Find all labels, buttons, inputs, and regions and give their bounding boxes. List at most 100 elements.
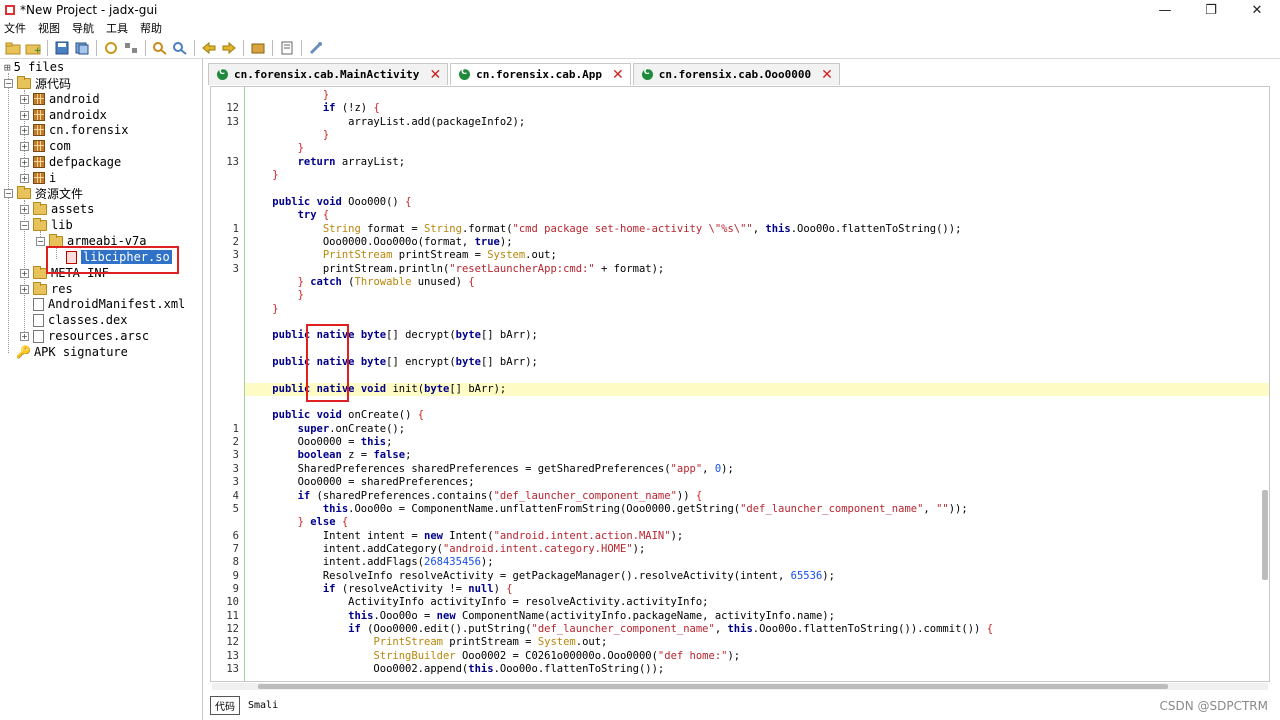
code-line[interactable]: 8 intent.addFlags(268435456); — [211, 556, 1269, 569]
code-line[interactable]: 10 ActivityInfo activityInfo = resolveAc… — [211, 596, 1269, 609]
expand-icon[interactable]: + — [20, 284, 29, 294]
code-line[interactable]: 12 PrintStream printStream = System.out; — [211, 636, 1269, 649]
code-line[interactable]: } — [211, 289, 1269, 302]
preferences-button[interactable] — [306, 38, 325, 57]
code-line[interactable]: 13 return arrayList; — [211, 156, 1269, 169]
code-line[interactable]: 12 if (Ooo0000.edit().putString("def_lau… — [211, 623, 1269, 636]
code-line[interactable]: public void Ooo000() { — [211, 196, 1269, 209]
code-line[interactable]: } — [211, 89, 1269, 102]
code-line[interactable]: 3 SharedPreferences sharedPreferences = … — [211, 463, 1269, 476]
tree-package-android[interactable]: + android — [20, 91, 100, 107]
close-tab-icon[interactable]: ✕ — [821, 67, 833, 83]
tree-package-cn-forensix[interactable]: + cn.forensix — [20, 122, 128, 138]
menu-tools[interactable]: 工具 — [106, 20, 128, 36]
minimize-button[interactable]: — — [1142, 0, 1188, 20]
code-line[interactable]: 4 if (sharedPreferences.contains("def_la… — [211, 490, 1269, 503]
code-line[interactable]: } — [211, 129, 1269, 142]
tab-main-activity[interactable]: cn.forensix.cab.MainActivity ✕ — [208, 63, 449, 85]
code-line[interactable]: } else { — [211, 516, 1269, 529]
code-line[interactable]: 9 if (resolveActivity != null) { — [211, 583, 1269, 596]
expand-icon[interactable]: + — [20, 268, 29, 278]
expand-icon[interactable]: + — [20, 173, 29, 183]
tree-manifest[interactable]: AndroidManifest.xml — [33, 296, 185, 312]
tree-assets[interactable]: + assets — [20, 201, 94, 217]
maximize-button[interactable]: ❐ — [1188, 0, 1234, 20]
code-line[interactable]: 3 PrintStream printStream = System.out; — [211, 249, 1269, 262]
code-line[interactable]: } catch (Throwable unused) { — [211, 276, 1269, 289]
tab-app[interactable]: cn.forensix.cab.App ✕ — [450, 63, 631, 85]
code-line[interactable]: public native void init(byte[] bArr); — [245, 382, 1269, 396]
expand-icon[interactable]: + — [20, 125, 29, 135]
code-line[interactable]: public void onCreate() { — [211, 409, 1269, 422]
expand-icon[interactable]: + — [20, 110, 29, 120]
expand-icon[interactable]: + — [20, 157, 29, 167]
code-line[interactable]: 5 this.Ooo00o = ComponentName.unflattenF… — [211, 503, 1269, 516]
code-line[interactable]: 13 StringBuilder Ooo0002 = C0261o00000o.… — [211, 650, 1269, 663]
code-line[interactable]: 6 Intent intent = new Intent("android.in… — [211, 530, 1269, 543]
tree-package-defpackage[interactable]: + defpackage — [20, 154, 121, 170]
code-line[interactable]: 3 boolean z = false; — [211, 449, 1269, 462]
tree-res[interactable]: + res — [20, 281, 73, 297]
expand-icon[interactable]: + — [20, 94, 29, 104]
text-search-button[interactable] — [150, 38, 169, 57]
code-line[interactable]: public native byte[] decrypt(byte[] bArr… — [211, 329, 1269, 342]
collapse-icon[interactable]: − — [20, 220, 29, 230]
sync-button[interactable] — [101, 38, 120, 57]
code-line[interactable]: 13 arrayList.add(packageInfo2); — [211, 116, 1269, 129]
log-viewer-button[interactable] — [277, 38, 296, 57]
tree-lib[interactable]: − lib — [20, 217, 73, 233]
code-line[interactable]: 13 Ooo0002.append(this.Ooo00o.flattenToS… — [211, 663, 1269, 676]
expand-icon[interactable]: + — [20, 331, 29, 341]
close-tab-icon[interactable]: ✕ — [612, 67, 624, 83]
export-button[interactable] — [72, 38, 91, 57]
menu-view[interactable]: 视图 — [38, 20, 60, 36]
collapse-icon[interactable]: − — [4, 188, 13, 198]
close-button[interactable]: ✕ — [1234, 0, 1280, 20]
code-line[interactable]: } — [211, 303, 1269, 316]
menu-file[interactable]: 文件 — [4, 20, 26, 36]
tree-classes-dex[interactable]: classes.dex — [33, 312, 127, 328]
vertical-scrollbar[interactable] — [1262, 490, 1268, 580]
code-line[interactable]: 1 String format = String.format("cmd pac… — [211, 223, 1269, 236]
class-search-button[interactable] — [170, 38, 189, 57]
tree-apk-signature[interactable]: 🔑 APK signature — [16, 344, 128, 360]
code-line[interactable]: } — [211, 169, 1269, 182]
collapse-icon[interactable]: − — [36, 236, 45, 246]
tree-package-androidx[interactable]: + androidx — [20, 107, 107, 123]
code-line[interactable]: 9 ResolveInfo resolveActivity = getPacka… — [211, 570, 1269, 583]
tree-root[interactable]: ⊞ 5 files — [4, 59, 64, 75]
tree-source-code[interactable]: − 源代码 — [4, 75, 71, 91]
expand-icon[interactable]: + — [20, 141, 29, 151]
tab-ooo0000[interactable]: cn.forensix.cab.Ooo0000 ✕ — [632, 63, 840, 85]
tree-resources[interactable]: − 资源文件 — [4, 185, 83, 201]
code-line[interactable]: 3 Ooo0000 = sharedPreferences; — [211, 476, 1269, 489]
code-line[interactable] — [211, 316, 1269, 329]
code-line[interactable] — [211, 369, 1269, 382]
code-line[interactable]: 11 this.Ooo00o = new ComponentName(activ… — [211, 610, 1269, 623]
tree-package-com[interactable]: + com — [20, 138, 71, 154]
forward-button[interactable] — [219, 38, 238, 57]
horizontal-scrollbar[interactable] — [258, 684, 1168, 689]
menu-help[interactable]: 帮助 — [140, 20, 162, 36]
back-button[interactable] — [199, 38, 218, 57]
save-all-button[interactable] — [52, 38, 71, 57]
code-line[interactable]: 3 printStream.println("resetLauncherApp:… — [211, 263, 1269, 276]
code-line[interactable]: 12 if (!z) { — [211, 102, 1269, 115]
code-line[interactable] — [211, 396, 1269, 409]
collapse-icon[interactable]: − — [4, 78, 13, 88]
code-line[interactable] — [211, 182, 1269, 195]
code-line[interactable]: } — [211, 142, 1269, 155]
tab-code[interactable]: 代码 — [210, 695, 240, 715]
tab-smali[interactable]: Smali — [244, 699, 282, 712]
open-file-button[interactable] — [3, 38, 22, 57]
flat-packages-button[interactable] — [121, 38, 140, 57]
code-line[interactable]: public native byte[] encrypt(byte[] bArr… — [211, 356, 1269, 369]
code-line[interactable]: 7 intent.addCategory("android.intent.cat… — [211, 543, 1269, 556]
code-editor[interactable]: } 12 if (!z) {13 arrayList.add(packageInf… — [210, 86, 1270, 682]
code-line[interactable]: 2 Ooo0000.Ooo000o(format, true); — [211, 236, 1269, 249]
code-line[interactable]: try { — [211, 209, 1269, 222]
expand-icon[interactable]: + — [20, 204, 29, 214]
add-files-button[interactable]: + — [23, 38, 42, 57]
code-line[interactable]: 1 super.onCreate(); — [211, 423, 1269, 436]
deobfuscation-button[interactable] — [248, 38, 267, 57]
